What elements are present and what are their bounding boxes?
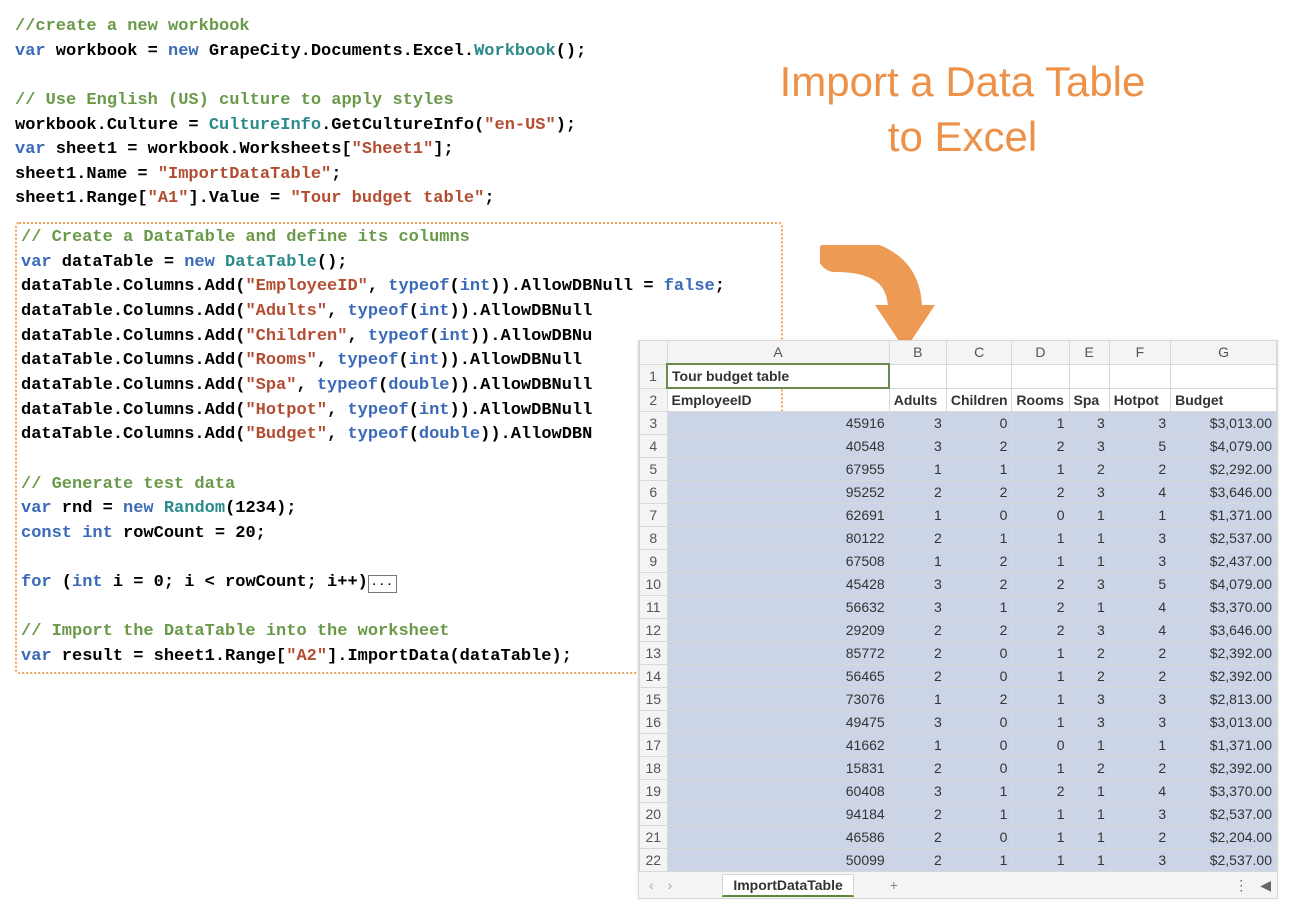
data-row: 138577220122$2,392.00: [640, 642, 1277, 665]
col-header-G[interactable]: G: [1171, 341, 1277, 364]
col-header-C[interactable]: C: [946, 341, 1012, 364]
sheet-tab[interactable]: ImportDataTable: [722, 874, 853, 897]
diagram-title: Import a Data Table to Excel: [650, 55, 1275, 164]
column-headers-row: A B C D E F G: [640, 341, 1277, 364]
data-row: 214658620112$2,204.00: [640, 826, 1277, 849]
data-row: 225009921113$2,537.00: [640, 849, 1277, 872]
data-row: 69525222234$3,646.00: [640, 481, 1277, 504]
col-header-D[interactable]: D: [1012, 341, 1069, 364]
data-row: 145646520122$2,392.00: [640, 665, 1277, 688]
data-row: 196040831214$3,370.00: [640, 780, 1277, 803]
row-1: 1 Tour budget table: [640, 364, 1277, 388]
data-row: 104542832235$4,079.00: [640, 573, 1277, 596]
data-row: 44054832235$4,079.00: [640, 435, 1277, 458]
tabs-next-icon[interactable]: ›: [664, 877, 677, 893]
data-row: 115663231214$3,370.00: [640, 596, 1277, 619]
data-row: 181583120122$2,392.00: [640, 757, 1277, 780]
data-row: 164947530133$3,013.00: [640, 711, 1277, 734]
data-row: 122920922234$3,646.00: [640, 619, 1277, 642]
tabs-menu-icon[interactable]: ⋮: [1234, 877, 1248, 894]
row-2: 2 EmployeeID Adults Children Rooms Spa H…: [640, 388, 1277, 412]
scroll-left-icon[interactable]: ◀: [1260, 877, 1271, 894]
add-sheet-icon[interactable]: +: [890, 877, 898, 893]
title-cell[interactable]: Tour budget table: [667, 364, 889, 388]
tabs-prev-icon[interactable]: ‹: [645, 877, 658, 893]
col-header-E[interactable]: E: [1069, 341, 1109, 364]
sheet-tabs-bar: ‹ › ImportDataTable + ⋮ ◀: [639, 872, 1277, 898]
col-header-A[interactable]: A: [667, 341, 889, 364]
data-row: 34591630133$3,013.00: [640, 412, 1277, 435]
data-row: 96750812113$2,437.00: [640, 550, 1277, 573]
heading-area: Import a Data Table to Excel: [650, 55, 1275, 164]
spreadsheet-preview: A B C D E F G 1 Tour budget table 2 Empl…: [638, 340, 1278, 899]
data-row: 88012221113$2,537.00: [640, 527, 1277, 550]
data-row: 174166210011$1,371.00: [640, 734, 1277, 757]
data-row: 209418421113$2,537.00: [640, 803, 1277, 826]
data-row: 56795511122$2,292.00: [640, 458, 1277, 481]
col-header-B[interactable]: B: [889, 341, 946, 364]
data-row: 76269110011$1,371.00: [640, 504, 1277, 527]
data-row: 157307612133$2,813.00: [640, 688, 1277, 711]
col-header-F[interactable]: F: [1109, 341, 1170, 364]
collapsed-code-icon[interactable]: ...: [368, 575, 397, 593]
